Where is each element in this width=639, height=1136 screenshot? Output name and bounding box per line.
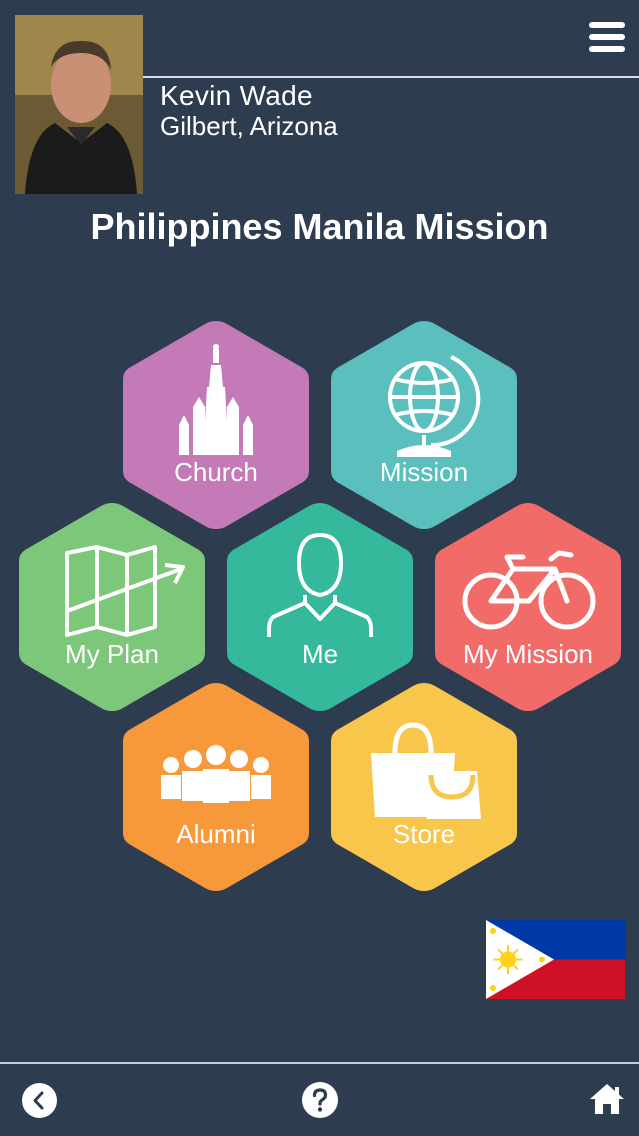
home-icon[interactable] — [588, 1082, 626, 1121]
my-plan-tile-label: My Plan — [65, 639, 159, 669]
church-tile-label: Church — [174, 457, 258, 487]
alumni-tile-label: Alumni — [176, 819, 256, 849]
store-tile-label: Store — [392, 819, 456, 849]
philippines-flag-icon[interactable] — [486, 920, 625, 999]
profile-name: Kevin Wade — [160, 80, 313, 111]
back-arrow-icon[interactable] — [22, 1083, 57, 1123]
question-icon[interactable] — [302, 1082, 338, 1123]
hamburger-menu-icon[interactable] — [589, 22, 625, 52]
alumni-tile[interactable]: Alumni — [119, 679, 313, 895]
store-tile[interactable]: Store — [327, 679, 521, 895]
footer-divider — [0, 1062, 639, 1064]
me-tile-label: Me — [301, 639, 339, 669]
page-title: Philippines Manila Mission — [90, 206, 549, 247]
shopping-bag-icon — [371, 722, 481, 819]
profile-location: Gilbert, Arizona — [160, 111, 338, 141]
my-mission-tile-label: My Mission — [462, 639, 593, 669]
header-divider — [143, 76, 639, 78]
people-icon — [161, 745, 271, 803]
profile-photo[interactable] — [15, 15, 143, 194]
mission-tile-label: Mission — [379, 457, 469, 487]
